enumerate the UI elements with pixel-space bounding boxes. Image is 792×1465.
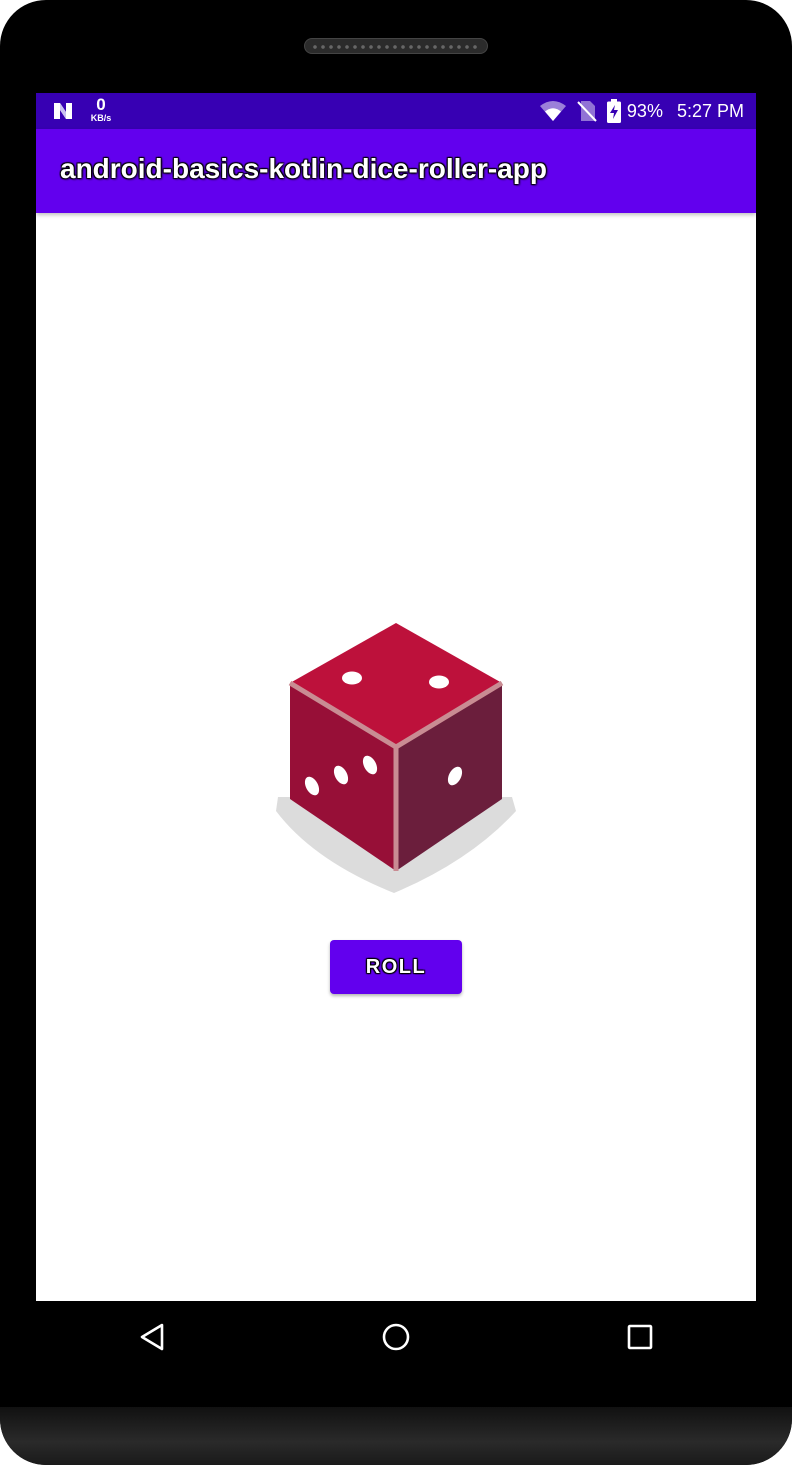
navigation-bar	[36, 1301, 756, 1373]
network-speed-value: 0	[96, 95, 106, 114]
no-sim-icon	[577, 101, 597, 122]
app-bar: android-basics-kotlin-dice-roller-app	[36, 129, 756, 213]
app-title: android-basics-kotlin-dice-roller-app	[60, 153, 547, 184]
network-speed: 0 KB/s	[86, 96, 116, 123]
network-speed-unit: KB/s	[90, 113, 112, 123]
n-logo-icon	[54, 103, 72, 119]
wifi-icon	[539, 101, 566, 121]
status-clock: 5:27 PM	[676, 100, 744, 121]
recents-icon	[627, 1324, 653, 1350]
status-icons: 93% 5:27 PM	[539, 93, 744, 129]
roll-button[interactable]: ROLL	[330, 940, 462, 994]
device-bottom-bezel	[0, 1407, 792, 1465]
dice-icon	[276, 623, 516, 893]
battery-charging-icon	[606, 99, 621, 123]
dice-pip	[342, 671, 362, 685]
nav-back-button[interactable]	[112, 1301, 192, 1373]
battery-percent: 93%	[626, 100, 663, 121]
screen: 0 KB/s 93% 5:27 PM android-basics-kotlin…	[36, 93, 756, 1301]
back-icon	[140, 1323, 164, 1351]
nav-recents-button[interactable]	[600, 1301, 680, 1373]
status-bar: 0 KB/s 93% 5:27 PM	[36, 93, 756, 129]
nav-home-button[interactable]	[356, 1301, 436, 1373]
dice-pip	[429, 675, 449, 689]
home-icon	[382, 1323, 410, 1351]
speaker-grille	[304, 38, 488, 54]
device-frame: 0 KB/s 93% 5:27 PM android-basics-kotlin…	[0, 0, 792, 1465]
